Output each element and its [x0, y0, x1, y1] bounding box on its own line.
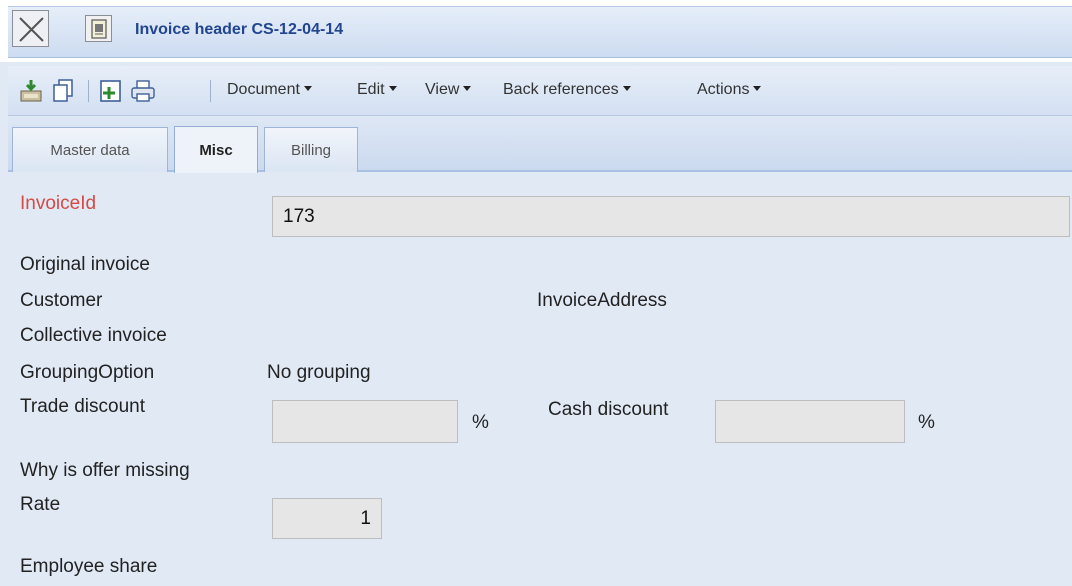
employee-share-label: Employee share — [20, 556, 158, 577]
rate-label: Rate — [20, 494, 61, 515]
cash-discount-unit: % — [918, 412, 935, 433]
close-icon — [19, 17, 44, 42]
menu-back-references-label: Back references — [503, 81, 619, 98]
original-invoice-label: Original invoice — [20, 254, 150, 275]
title-bar: Invoice header CS-12-04-14 — [0, 0, 1072, 62]
trade-discount-field[interactable] — [272, 400, 458, 443]
chevron-down-icon — [303, 86, 312, 91]
invoice-address-label: InvoiceAddress — [537, 290, 667, 311]
invoice-id-label: InvoiceId — [20, 193, 97, 214]
close-button[interactable] — [12, 10, 49, 47]
rate-field[interactable]: 1 — [272, 498, 382, 539]
chevron-down-icon — [622, 86, 631, 91]
print-icon[interactable] — [130, 78, 156, 104]
trade-discount-unit: % — [472, 412, 489, 433]
why-offer-missing-label: Why is offer missing — [20, 460, 190, 481]
menu-edit-label: Edit — [357, 81, 385, 98]
tab-master-data[interactable]: Master data — [12, 127, 168, 172]
window-title: Invoice header CS-12-04-14 — [135, 21, 344, 38]
chevron-down-icon — [463, 86, 472, 91]
menu-edit[interactable]: Edit — [357, 81, 397, 99]
copy-icon[interactable] — [50, 78, 76, 104]
document-icon — [91, 19, 107, 39]
trade-discount-label: Trade discount — [20, 396, 145, 417]
document-button[interactable] — [85, 15, 112, 42]
toolbar: Document Edit View Back references Actio… — [8, 66, 1072, 116]
menu-actions[interactable]: Actions — [697, 81, 762, 99]
new-document-icon[interactable] — [98, 78, 124, 104]
chevron-down-icon — [753, 86, 762, 91]
tab-misc[interactable]: Misc — [174, 126, 258, 173]
menu-back-references[interactable]: Back references — [503, 81, 631, 99]
cash-discount-label: Cash discount — [548, 399, 669, 420]
menu-view-label: View — [425, 81, 460, 98]
menu-view[interactable]: View — [425, 81, 472, 99]
toolbar-separator — [88, 80, 89, 102]
chevron-down-icon — [388, 86, 397, 91]
grouping-option-label: GroupingOption — [20, 362, 155, 383]
menu-document-label: Document — [227, 81, 300, 98]
save-icon[interactable] — [18, 78, 44, 104]
collective-invoice-label: Collective invoice — [20, 325, 167, 346]
tab-strip: Master data Misc Billing — [8, 117, 1072, 173]
invoice-id-field[interactable]: 173 — [272, 196, 1070, 237]
cash-discount-field[interactable] — [715, 400, 905, 443]
menu-actions-label: Actions — [697, 81, 750, 98]
customer-label: Customer — [20, 290, 103, 311]
tab-billing[interactable]: Billing — [264, 127, 358, 172]
menu-document[interactable]: Document — [227, 81, 312, 99]
grouping-option-value: No grouping — [267, 362, 371, 383]
toolbar-separator — [210, 80, 211, 102]
